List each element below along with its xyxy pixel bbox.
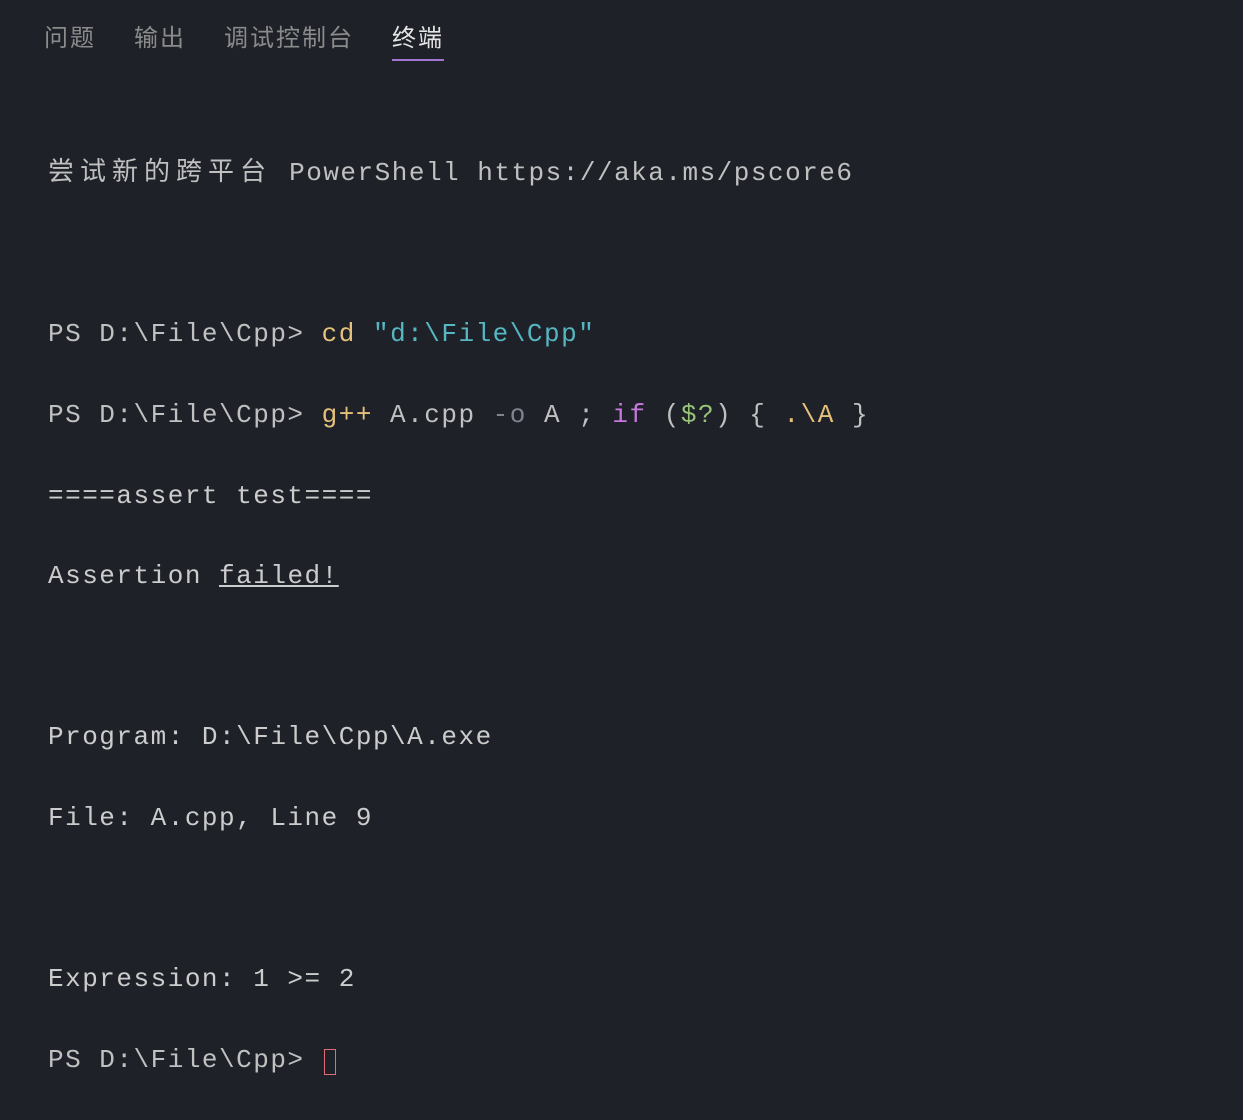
- blank-line: [48, 637, 1243, 677]
- cmd-brace: }: [852, 400, 869, 430]
- cmd-args: A.cpp: [373, 400, 493, 430]
- terminal-output[interactable]: 尝试新的跨平台 PowerShell https://aka.ms/pscore…: [0, 73, 1243, 1120]
- sp: [732, 400, 749, 430]
- blank-line: [48, 879, 1243, 919]
- terminal-line-prompt: PS D:\File\Cpp>: [48, 1040, 1243, 1080]
- ps-prompt: PS D:\File\Cpp>: [48, 400, 322, 430]
- tab-problems[interactable]: 问题: [44, 18, 96, 61]
- sp: [595, 400, 612, 430]
- cmd-paren: (: [664, 400, 681, 430]
- assert-text: Assertion: [48, 561, 219, 591]
- cmd-if: if: [612, 400, 646, 430]
- blank-line: [48, 234, 1243, 274]
- terminal-line-cd: PS D:\File\Cpp> cd "d:\File\Cpp": [48, 314, 1243, 354]
- cmd-var: $?: [681, 400, 715, 430]
- program-output: File: A.cpp, Line 9: [48, 798, 1243, 838]
- banner-latin: PowerShell https://aka.ms/pscore6: [272, 158, 854, 188]
- sp: [647, 400, 664, 430]
- cmd-path-arg: "d:\File\Cpp": [356, 319, 595, 349]
- sp: [835, 400, 852, 430]
- tab-output[interactable]: 输出: [134, 18, 186, 61]
- cmd-gpp: g++: [322, 400, 373, 430]
- program-output: ====assert test====: [48, 476, 1243, 516]
- assert-failed: failed!: [219, 561, 339, 591]
- powershell-banner: 尝试新的跨平台 PowerShell https://aka.ms/pscore…: [48, 153, 1243, 193]
- tab-debug-console[interactable]: 调试控制台: [224, 18, 354, 61]
- tab-terminal[interactable]: 终端: [392, 18, 444, 61]
- ps-prompt: PS D:\File\Cpp>: [48, 1045, 322, 1075]
- terminal-line-compile: PS D:\File\Cpp> g++ A.cpp -o A ; if ($?)…: [48, 395, 1243, 435]
- cmd-brace: {: [749, 400, 766, 430]
- cursor: [324, 1049, 336, 1075]
- cmd-semi: ;: [578, 400, 595, 430]
- ps-prompt: PS D:\File\Cpp>: [48, 319, 322, 349]
- program-output: Assertion failed!: [48, 556, 1243, 596]
- panel-tabs: 问题 输出 调试控制台 终端: [0, 0, 1243, 73]
- sp: [766, 400, 783, 430]
- program-output: Expression: 1 >= 2: [48, 959, 1243, 999]
- cmd-cd: cd: [322, 319, 356, 349]
- cmd-flag-o: -o: [493, 400, 527, 430]
- cmd-paren: ): [715, 400, 732, 430]
- program-output: Program: D:\File\Cpp\A.exe: [48, 717, 1243, 757]
- cmd-run: .\A: [784, 400, 835, 430]
- banner-cn: 尝试新的跨平台: [48, 158, 272, 188]
- cmd-args: A: [527, 400, 578, 430]
